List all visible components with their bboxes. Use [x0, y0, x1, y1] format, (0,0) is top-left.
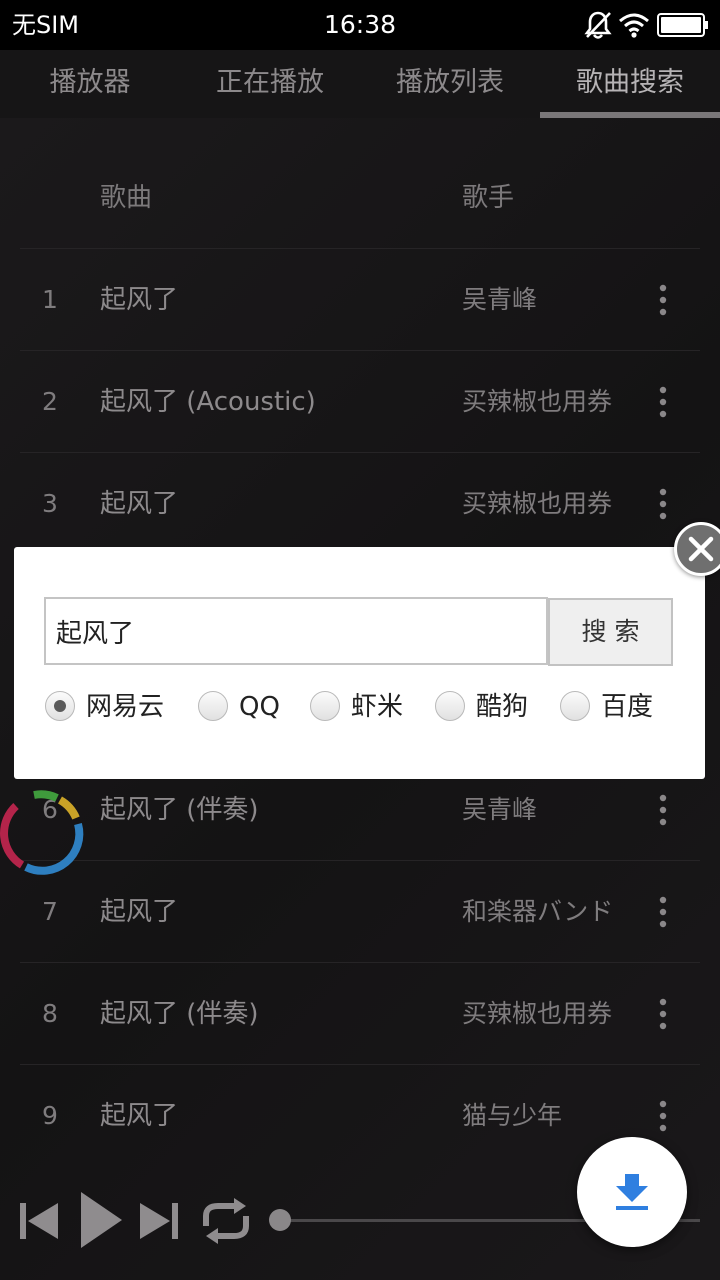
song-index: 7 [42, 897, 58, 926]
download-icon [616, 1174, 648, 1210]
close-icon [688, 536, 714, 562]
previous-icon[interactable] [18, 1200, 60, 1242]
tab-playlist[interactable]: 播放列表 [360, 50, 540, 118]
battery-icon [657, 13, 708, 37]
status-bar: 无SIM 16:38 [0, 0, 720, 50]
tab-song-search[interactable]: 歌曲搜索 [540, 50, 720, 118]
song-index: 3 [42, 489, 58, 518]
source-label: 酷狗 [476, 692, 529, 722]
radio-qq[interactable] [198, 691, 228, 721]
song-title: 起风了 [100, 285, 179, 315]
source-label: 虾米 [351, 692, 404, 722]
tab-bar: 播放器 正在播放 播放列表 歌曲搜索 [0, 50, 720, 118]
song-index: 8 [42, 999, 58, 1028]
faded-source-strip [0, 118, 720, 148]
tab-now-playing[interactable]: 正在播放 [180, 50, 360, 118]
download-button[interactable] [577, 1137, 687, 1247]
wifi-icon [619, 13, 649, 38]
song-title: 起风了 (伴奏) [100, 795, 259, 825]
source-option-baidu[interactable]: 百度 [560, 689, 660, 725]
play-icon[interactable] [78, 1190, 124, 1250]
source-option-xiami[interactable]: 虾米 [310, 689, 410, 725]
column-artist-header: 歌手 [462, 183, 515, 213]
source-option-netease[interactable]: 网易云 [45, 689, 175, 725]
search-input[interactable] [44, 597, 548, 665]
song-title: 起风了 (伴奏) [100, 999, 259, 1029]
song-index: 2 [42, 387, 58, 416]
song-index: 9 [42, 1101, 58, 1130]
song-row[interactable]: 2 起风了 (Acoustic) 买辣椒也用券 [20, 351, 700, 453]
song-artist: 买辣椒也用券 [462, 387, 613, 416]
radio-baidu[interactable] [560, 691, 590, 721]
source-option-qq[interactable]: QQ [198, 689, 288, 725]
song-artist: 买辣椒也用券 [462, 489, 613, 518]
song-index: 1 [42, 285, 58, 314]
more-vertical-icon[interactable] [650, 283, 676, 317]
bell-off-icon [584, 11, 612, 39]
source-label: 网易云 [86, 692, 165, 722]
radio-netease[interactable] [45, 691, 75, 721]
close-dialog-button[interactable] [674, 522, 720, 576]
song-title: 起风了 [100, 489, 179, 519]
song-row[interactable]: 1 起风了 吴青峰 [20, 249, 700, 351]
repeat-icon[interactable] [198, 1198, 254, 1244]
search-button[interactable]: 搜索 [548, 598, 673, 666]
seek-thumb[interactable] [269, 1209, 291, 1231]
song-list-header: 歌曲 歌手 [20, 148, 700, 249]
song-row[interactable]: 7 起风了 和楽器バンド [20, 861, 700, 963]
song-title: 起风了 [100, 1101, 179, 1131]
more-vertical-icon[interactable] [650, 1099, 676, 1133]
song-artist: 猫与少年 [462, 1101, 563, 1130]
search-dialog: 搜索 网易云 QQ 虾米 酷狗 百度 [14, 547, 705, 779]
more-vertical-icon[interactable] [650, 385, 676, 419]
loading-spinner-icon [0, 790, 84, 875]
source-option-kugou[interactable]: 酷狗 [435, 689, 535, 725]
song-artist: 吴青峰 [462, 285, 538, 314]
source-label: QQ [239, 692, 280, 722]
more-vertical-icon[interactable] [650, 793, 676, 827]
song-artist: 吴青峰 [462, 795, 538, 824]
radio-kugou[interactable] [435, 691, 465, 721]
song-row[interactable]: 8 起风了 (伴奏) 买辣椒也用券 [20, 963, 700, 1065]
more-vertical-icon[interactable] [650, 997, 676, 1031]
more-vertical-icon[interactable] [650, 895, 676, 929]
song-artist: 买辣椒也用券 [462, 999, 613, 1028]
tab-player[interactable]: 播放器 [0, 50, 180, 118]
radio-xiami[interactable] [310, 691, 340, 721]
song-row[interactable]: 3 起风了 买辣椒也用券 [20, 453, 700, 555]
status-time: 16:38 [323, 10, 397, 39]
song-artist: 和楽器バンド [462, 897, 614, 926]
source-label: 百度 [601, 692, 654, 722]
song-title: 起风了 [100, 897, 179, 927]
song-title: 起风了 (Acoustic) [100, 387, 316, 417]
more-vertical-icon[interactable] [650, 487, 676, 521]
column-title-header: 歌曲 [100, 183, 153, 213]
next-icon[interactable] [138, 1200, 180, 1242]
